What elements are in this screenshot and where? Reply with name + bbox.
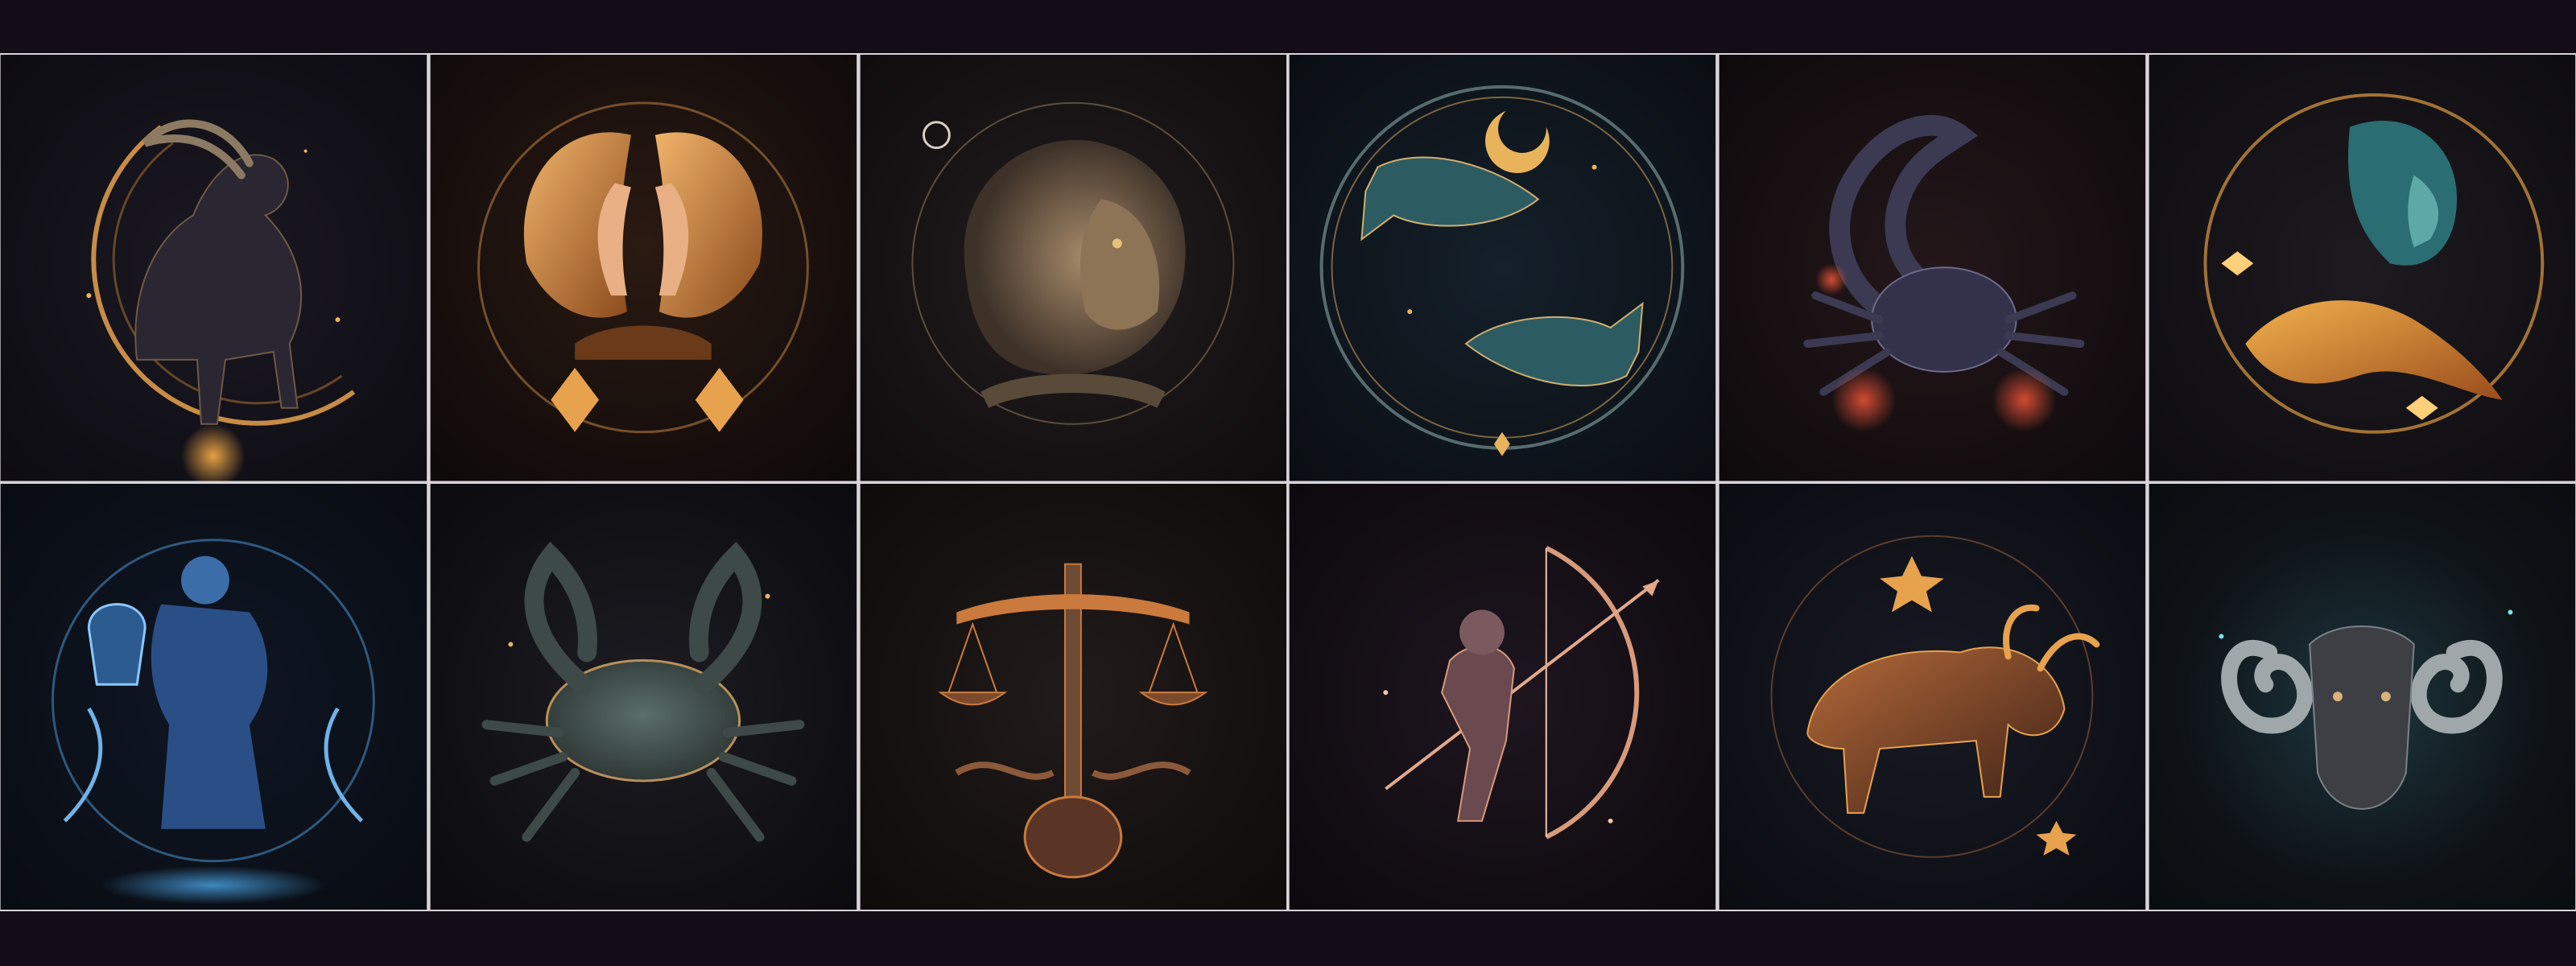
two-fish-icon — [1290, 55, 1716, 481]
bull-icon — [1719, 483, 2146, 910]
tile-taurus — [1719, 483, 2146, 910]
tile-virgo — [2149, 55, 2576, 481]
twin-faces-icon — [430, 55, 857, 481]
tile-gemini — [430, 55, 857, 481]
tile-capricorn — [0, 55, 427, 481]
goat-with-crescent-icon — [0, 55, 427, 481]
tile-leo — [860, 55, 1287, 481]
tile-aquarius — [0, 483, 427, 910]
zodiac-grid — [0, 53, 2576, 911]
lion-head-icon — [860, 55, 1286, 481]
scorpion-icon — [1719, 55, 2146, 481]
tile-aries — [2149, 483, 2576, 910]
crab-icon — [430, 483, 857, 910]
maiden-profile-icon — [2149, 55, 2576, 481]
tile-cancer — [430, 483, 857, 910]
ram-head-icon — [2149, 483, 2576, 910]
tile-sagittarius — [1289, 483, 1716, 910]
tile-pisces — [1289, 55, 1716, 481]
scales-icon — [860, 483, 1286, 910]
archer-with-bow-icon — [1290, 483, 1716, 910]
water-bearer-icon — [0, 483, 427, 910]
zodiac-collage — [0, 0, 2576, 966]
tile-libra — [860, 483, 1287, 910]
tile-scorpio — [1719, 55, 2146, 481]
